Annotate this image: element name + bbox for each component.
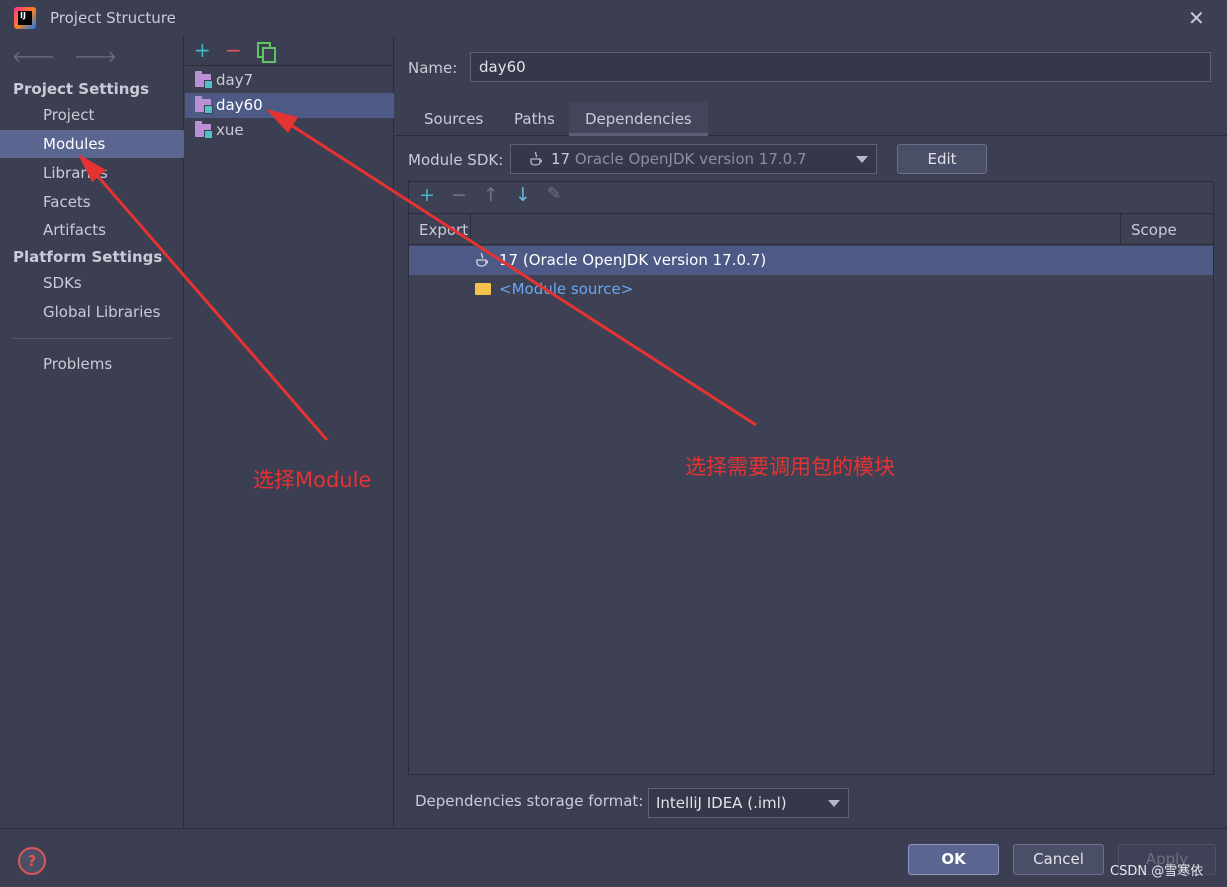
name-label: Name: [408,59,458,77]
window-title: Project Structure [50,9,176,27]
remove-dependency-icon[interactable]: − [451,184,467,206]
sidebar-divider [12,338,172,339]
forward-arrow-icon[interactable]: 🡒 [74,47,117,66]
sidebar-item-modules[interactable]: Modules [0,130,184,158]
column-divider [1120,214,1121,245]
dependency-row-jdk[interactable]: 17 (Oracle OpenJDK version 17.0.7) [409,246,1213,275]
sdk-version: 17 [551,150,571,168]
sidebar-item-problems[interactable]: Problems [0,350,184,378]
chevron-down-icon [856,156,868,163]
platform-settings-header: Platform Settings [13,248,163,266]
module-label: xue [216,121,244,139]
module-name-input[interactable]: day60 [470,52,1211,82]
module-folder-icon [195,121,213,139]
module-folder-icon [195,71,213,89]
module-label: day7 [216,71,254,89]
copy-module-icon[interactable] [257,42,276,63]
dependency-label: 17 (Oracle OpenJDK version 17.0.7) [499,251,767,269]
tab-dependencies[interactable]: Dependencies [569,102,708,136]
module-item-xue[interactable]: xue [185,118,394,143]
module-sdk-select[interactable]: 17 Oracle OpenJDK version 17.0.7 [510,144,877,174]
add-dependency-icon[interactable]: + [419,184,435,206]
module-sdk-label: Module SDK: [408,151,504,169]
java-icon [476,252,489,267]
module-item-day7[interactable]: day7 [185,68,394,93]
watermark: CSDN @雪寒依 [1110,864,1204,879]
sidebar-item-project[interactable]: Project [0,101,184,129]
remove-module-icon[interactable]: − [225,38,242,62]
move-up-icon[interactable]: ↑ [483,184,499,206]
module-label: day60 [216,96,263,114]
storage-format-value: IntelliJ IDEA (.iml) [656,794,787,812]
add-module-icon[interactable]: + [194,38,211,62]
module-toolbar: + − [185,36,394,66]
move-down-icon[interactable]: ↓ [515,184,531,206]
nav-arrows: 🡐 🡒 [12,46,131,66]
help-icon[interactable]: ? [18,847,46,875]
sidebar-item-libraries[interactable]: Libraries [0,159,184,187]
edit-sdk-button[interactable]: Edit [897,144,987,174]
dialog-footer: ? OK Cancel Apply CSDN @雪寒依 [0,828,1227,887]
tab-bar: Sources Paths Dependencies [395,102,1227,136]
sidebar-item-facets[interactable]: Facets [0,188,184,216]
project-settings-header: Project Settings [13,80,150,98]
ok-button[interactable]: OK [908,844,999,875]
sdk-description: Oracle OpenJDK version 17.0.7 [574,150,807,168]
column-divider [470,214,471,245]
close-icon[interactable]: ✕ [1188,6,1205,30]
back-arrow-icon[interactable]: 🡐 [12,47,55,66]
folder-icon [475,283,491,295]
tab-paths[interactable]: Paths [514,110,555,128]
edit-dependency-icon[interactable]: ✎ [547,184,561,204]
module-folder-icon [195,96,213,114]
module-detail-panel: Name: day60 Sources Paths Dependencies M… [395,36,1227,828]
storage-format-label: Dependencies storage format: [415,792,644,810]
storage-format-select[interactable]: IntelliJ IDEA (.iml) [648,788,849,818]
column-export[interactable]: Export [419,221,468,239]
annotation-select-module: 选择Module [253,468,372,492]
java-icon [530,151,543,166]
dependency-row-module-source[interactable]: <Module source> [409,275,1213,304]
title-bar: IJ Project Structure ✕ [0,0,1227,36]
chevron-down-icon [828,800,840,807]
dependencies-toolbar: + − ↑ ↓ ✎ [409,182,1213,214]
intellij-logo-icon: IJ [14,7,36,29]
sidebar-item-artifacts[interactable]: Artifacts [0,216,184,244]
cancel-button[interactable]: Cancel [1013,844,1104,875]
module-item-day60[interactable]: day60 [185,93,394,118]
dependencies-header: Export Scope [409,214,1213,245]
sidebar: 🡐 🡒 Project Settings Project Modules Lib… [0,36,184,828]
module-list-panel: + − day7 day60 xue [185,36,394,828]
sidebar-item-global-libraries[interactable]: Global Libraries [0,298,184,326]
tab-sources[interactable]: Sources [424,110,483,128]
column-scope[interactable]: Scope [1131,221,1177,239]
annotation-select-target-module: 选择需要调用包的模块 [685,455,895,479]
sidebar-item-sdks[interactable]: SDKs [0,269,184,297]
dependency-label: <Module source> [499,280,634,298]
